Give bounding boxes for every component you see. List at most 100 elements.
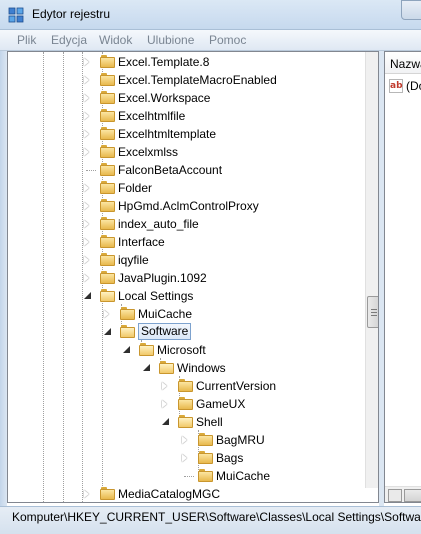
- values-pane[interactable]: Nazwa ab (Domyślna): [384, 51, 421, 503]
- tree-scroll-thumb[interactable]: [367, 296, 378, 328]
- tree-node-label[interactable]: Excel.Template.8: [118, 55, 209, 69]
- tree-node[interactable]: Software: [8, 323, 363, 341]
- expand-arrow-icon[interactable]: [84, 274, 89, 282]
- tree-node-label[interactable]: Windows: [177, 361, 226, 375]
- tree-node[interactable]: Microsoft: [8, 341, 363, 359]
- folder-icon: [100, 199, 115, 212]
- value-name[interactable]: (Domyślna): [406, 79, 421, 93]
- tree-node-label[interactable]: Excelxmlss: [118, 145, 178, 159]
- tree-node[interactable]: Excelhtmlfile: [8, 107, 363, 125]
- registry-tree[interactable]: Excel.Template.8 Excel.TemplateMacroEnabl…: [7, 51, 379, 503]
- menu-file[interactable]: Plik: [17, 33, 36, 47]
- expand-arrow-icon[interactable]: [182, 454, 187, 462]
- expand-arrow-icon[interactable]: [84, 130, 89, 138]
- tree-node-label[interactable]: Excel.Workspace: [118, 91, 210, 105]
- tree-node-label[interactable]: HpGmd.AclmControlProxy: [118, 199, 259, 213]
- tree-node[interactable]: MediaCatalogMGC: [8, 485, 363, 502]
- tree-node-label[interactable]: Excelhtmltemplate: [118, 127, 216, 141]
- tree-node-label[interactable]: MediaCatalogMGC: [118, 487, 220, 501]
- expand-arrow-icon[interactable]: [84, 148, 89, 156]
- tree-node[interactable]: Excelxmlss: [8, 143, 363, 161]
- folder-icon: [178, 415, 193, 428]
- tree-node-label[interactable]: Software: [138, 323, 192, 340]
- tree-node-label[interactable]: Folder: [118, 181, 152, 195]
- tree-node[interactable]: Windows: [8, 359, 363, 377]
- folder-icon: [159, 361, 174, 374]
- tree-node[interactable]: CurrentVersion: [8, 377, 363, 395]
- expand-arrow-icon[interactable]: [162, 400, 167, 408]
- tree-node-label[interactable]: index_auto_file: [118, 217, 199, 231]
- expand-arrow-icon[interactable]: [84, 238, 89, 246]
- tree-node-label[interactable]: Interface: [118, 235, 165, 249]
- tree-node[interactable]: Bags: [8, 449, 363, 467]
- expand-arrow-icon[interactable]: [84, 220, 89, 228]
- collapse-arrow-icon[interactable]: [104, 328, 111, 335]
- expand-arrow-icon[interactable]: [84, 490, 89, 498]
- tree-node[interactable]: Local Settings: [8, 287, 363, 305]
- tree-node-label[interactable]: iqyfile: [118, 253, 149, 267]
- minimize-button[interactable]: [401, 0, 421, 20]
- string-value-icon: ab: [389, 79, 403, 93]
- expand-arrow-icon[interactable]: [84, 202, 89, 210]
- values-scroll-thumb[interactable]: [404, 489, 421, 502]
- tree-node[interactable]: Excelhtmltemplate: [8, 125, 363, 143]
- tree-node-label[interactable]: Microsoft: [157, 343, 206, 357]
- expand-arrow-icon[interactable]: [84, 94, 89, 102]
- folder-icon: [120, 325, 135, 338]
- collapse-arrow-icon[interactable]: [123, 346, 130, 353]
- tree-node[interactable]: iqyfile: [8, 251, 363, 269]
- scroll-left-button[interactable]: [388, 489, 402, 502]
- folder-icon: [100, 235, 115, 248]
- tree-node-label[interactable]: BagMRU: [216, 433, 265, 447]
- folder-icon: [139, 343, 154, 356]
- tree-node[interactable]: FalconBetaAccount: [8, 161, 363, 179]
- expand-arrow-icon[interactable]: [84, 58, 89, 66]
- tree-node[interactable]: BagMRU: [8, 431, 363, 449]
- tree-node-label[interactable]: Bags: [216, 451, 243, 465]
- menu-view[interactable]: Widok: [99, 33, 132, 47]
- expand-arrow-icon[interactable]: [84, 184, 89, 192]
- expand-arrow-icon[interactable]: [84, 112, 89, 120]
- window-title: Edytor rejestru: [32, 7, 111, 21]
- tree-node-label[interactable]: CurrentVersion: [196, 379, 276, 393]
- tree-node[interactable]: JavaPlugin.1092: [8, 269, 363, 287]
- folder-icon: [100, 145, 115, 158]
- tree-node[interactable]: MuiCache: [8, 467, 363, 485]
- collapse-arrow-icon[interactable]: [84, 292, 91, 299]
- folder-icon: [100, 163, 115, 176]
- tree-node-label[interactable]: MuiCache: [216, 469, 270, 483]
- tree-node-label[interactable]: FalconBetaAccount: [118, 163, 222, 177]
- tree-node-label[interactable]: Shell: [196, 415, 223, 429]
- values-horizontal-scrollbar[interactable]: [385, 486, 421, 502]
- expand-arrow-icon[interactable]: [84, 76, 89, 84]
- tree-node-label[interactable]: Local Settings: [118, 289, 193, 303]
- menu-favorites[interactable]: Ulubione: [147, 33, 194, 47]
- tree-node[interactable]: index_auto_file: [8, 215, 363, 233]
- collapse-arrow-icon[interactable]: [162, 418, 169, 425]
- tree-node[interactable]: MuiCache: [8, 305, 363, 323]
- tree-node[interactable]: Interface: [8, 233, 363, 251]
- tree-node[interactable]: Excel.Template.8: [8, 53, 363, 71]
- expand-arrow-icon[interactable]: [104, 310, 109, 318]
- tree-node[interactable]: Folder: [8, 179, 363, 197]
- tree-node-label[interactable]: Excelhtmlfile: [118, 109, 185, 123]
- folder-icon: [100, 73, 115, 86]
- tree-node-label[interactable]: MuiCache: [138, 307, 192, 321]
- menu-bar: Plik Edycja Widok Ulubione Pomoc: [0, 30, 421, 51]
- tree-node[interactable]: Shell: [8, 413, 363, 431]
- expand-arrow-icon[interactable]: [182, 436, 187, 444]
- collapse-arrow-icon[interactable]: [143, 364, 150, 371]
- column-header-name[interactable]: Nazwa: [385, 52, 421, 74]
- tree-node[interactable]: Excel.TemplateMacroEnabled: [8, 71, 363, 89]
- tree-node-label[interactable]: JavaPlugin.1092: [118, 271, 207, 285]
- tree-node[interactable]: Excel.Workspace: [8, 89, 363, 107]
- tree-vertical-scrollbar[interactable]: [365, 52, 378, 488]
- tree-node-label[interactable]: Excel.TemplateMacroEnabled: [118, 73, 277, 87]
- expand-arrow-icon[interactable]: [84, 256, 89, 264]
- menu-help[interactable]: Pomoc: [209, 33, 246, 47]
- expand-arrow-icon[interactable]: [162, 382, 167, 390]
- tree-node[interactable]: HpGmd.AclmControlProxy: [8, 197, 363, 215]
- menu-edit[interactable]: Edycja: [51, 33, 87, 47]
- tree-node-label[interactable]: GameUX: [196, 397, 245, 411]
- tree-node[interactable]: GameUX: [8, 395, 363, 413]
